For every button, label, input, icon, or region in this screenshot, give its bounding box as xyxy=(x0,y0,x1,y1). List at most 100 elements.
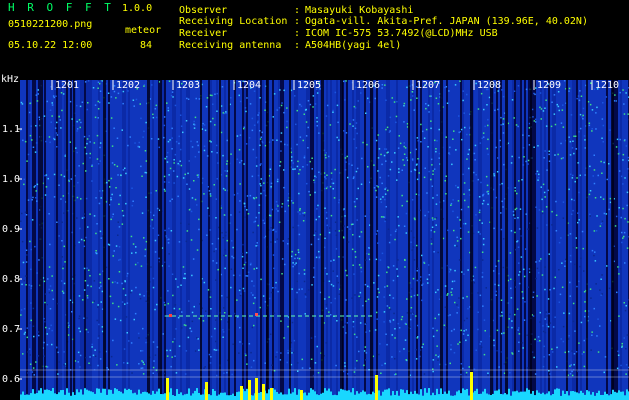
noise-speck xyxy=(380,153,382,156)
noise-speck xyxy=(553,113,556,115)
level-bar xyxy=(146,392,148,400)
noise-speck xyxy=(268,297,271,300)
noise-column xyxy=(196,80,198,400)
noise-speck xyxy=(250,262,252,265)
noise-speck xyxy=(292,162,294,164)
noise-speck xyxy=(502,132,505,134)
noise-speck xyxy=(25,214,28,216)
noise-speck xyxy=(568,312,571,315)
noise-speck xyxy=(537,177,540,179)
noise-speck xyxy=(392,265,395,267)
noise-speck xyxy=(477,292,479,294)
noise-speck xyxy=(480,340,482,343)
noise-speck xyxy=(477,108,480,110)
noise-speck xyxy=(356,198,358,200)
noise-column xyxy=(588,80,590,400)
noise-speck xyxy=(501,332,503,335)
noise-column xyxy=(314,80,316,400)
noise-speck xyxy=(561,262,563,264)
noise-speck xyxy=(230,268,233,270)
noise-speck xyxy=(63,212,65,214)
noise-speck xyxy=(208,190,211,192)
noise-speck xyxy=(602,198,605,200)
noise-speck xyxy=(242,287,245,290)
noise-speck xyxy=(131,204,134,207)
noise-speck xyxy=(515,286,517,288)
level-bar xyxy=(560,395,562,400)
noise-speck xyxy=(209,229,212,231)
level-bar xyxy=(112,393,114,400)
noise-speck xyxy=(569,173,572,176)
noise-column xyxy=(138,80,140,400)
noise-speck xyxy=(281,273,283,275)
noise-speck xyxy=(591,334,593,336)
noise-speck xyxy=(230,214,232,216)
noise-speck xyxy=(534,338,536,341)
noise-speck xyxy=(593,230,596,232)
noise-speck xyxy=(53,173,56,176)
noise-speck xyxy=(383,154,386,157)
noise-speck xyxy=(33,374,35,376)
noise-speck xyxy=(71,311,73,313)
noise-speck xyxy=(52,95,55,97)
noise-speck xyxy=(304,293,307,295)
noise-speck xyxy=(111,162,114,164)
noise-speck xyxy=(430,95,432,97)
noise-column xyxy=(444,80,446,400)
noise-speck xyxy=(546,169,548,171)
noise-speck xyxy=(92,301,94,304)
level-bar xyxy=(246,388,248,400)
noise-speck xyxy=(304,296,307,298)
level-bar xyxy=(98,388,100,400)
noise-speck xyxy=(233,312,236,315)
noise-column xyxy=(278,80,280,400)
level-bar xyxy=(520,391,522,400)
noise-speck xyxy=(298,192,300,195)
noise-speck xyxy=(318,250,320,253)
noise-speck xyxy=(64,155,66,157)
noise-column xyxy=(188,80,190,400)
noise-speck xyxy=(400,318,403,321)
level-bar xyxy=(564,393,566,400)
noise-speck xyxy=(95,197,97,199)
noise-speck xyxy=(367,285,369,288)
noise-speck xyxy=(184,277,186,280)
noise-speck xyxy=(430,178,432,181)
noise-speck xyxy=(209,120,212,123)
noise-speck xyxy=(48,291,51,294)
noise-speck xyxy=(431,185,433,187)
noise-speck xyxy=(86,108,89,111)
level-bar xyxy=(600,394,602,400)
noise-speck xyxy=(572,140,574,142)
noise-speck xyxy=(209,290,212,293)
level-bar xyxy=(20,394,22,400)
noise-column xyxy=(510,80,512,400)
noise-speck xyxy=(583,135,586,137)
noise-speck xyxy=(46,366,49,368)
noise-speck xyxy=(173,162,175,164)
noise-speck xyxy=(71,118,73,120)
noise-speck xyxy=(326,186,329,188)
noise-column xyxy=(210,80,212,400)
noise-speck xyxy=(547,325,550,328)
noise-speck xyxy=(259,183,261,185)
noise-speck xyxy=(175,141,178,143)
noise-speck xyxy=(622,237,624,239)
noise-speck xyxy=(283,169,285,171)
noise-speck xyxy=(255,196,258,199)
noise-speck xyxy=(475,174,477,176)
noise-speck xyxy=(360,270,363,273)
noise-speck xyxy=(487,374,489,377)
noise-speck xyxy=(394,238,396,241)
level-bar xyxy=(314,391,316,400)
noise-speck xyxy=(167,140,170,143)
noise-speck xyxy=(115,97,117,99)
noise-speck xyxy=(318,132,320,134)
noise-speck xyxy=(533,146,535,148)
noise-speck xyxy=(256,267,258,269)
noise-speck xyxy=(355,147,358,149)
noise-speck xyxy=(29,363,32,365)
noise-speck xyxy=(521,342,524,344)
noise-speck xyxy=(46,343,49,346)
dark-gap xyxy=(530,80,532,400)
